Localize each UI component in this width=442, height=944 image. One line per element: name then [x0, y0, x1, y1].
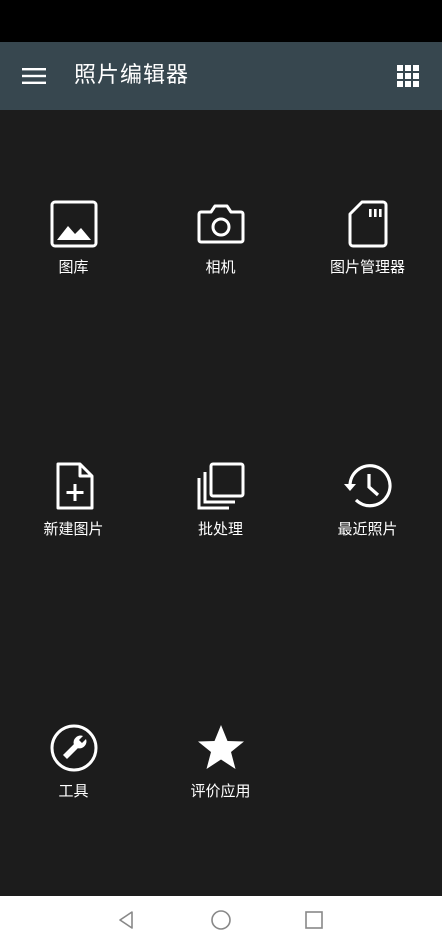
tile-new-image[interactable]: 新建图片	[0, 458, 147, 568]
tile-label: 新建图片	[43, 520, 104, 538]
apps-grid-button[interactable]	[388, 56, 428, 96]
tile-label: 图片管理器	[329, 258, 405, 276]
tile-label: 评价应用	[190, 782, 251, 800]
star-icon	[197, 725, 244, 769]
camera-icon	[197, 204, 244, 244]
back-triangle-icon	[119, 911, 133, 929]
tile-batch[interactable]: 批处理	[147, 458, 294, 568]
app-title: 照片编辑器	[74, 63, 190, 88]
wrench-icon	[50, 724, 97, 772]
tile-image-manager[interactable]: 图片管理器	[294, 196, 441, 306]
tile-label: 批处理	[197, 520, 243, 538]
nav-recents-button[interactable]	[298, 904, 330, 936]
batch-copy-icon	[197, 462, 244, 510]
app-bar: 照片编辑器	[0, 42, 442, 110]
tile-gallery[interactable]: 图库	[0, 196, 147, 306]
tile-label: 相机	[205, 258, 236, 276]
system-nav-bar	[0, 896, 442, 944]
tile-rate-app[interactable]: 评价应用	[147, 720, 294, 830]
new-file-icon	[56, 462, 93, 510]
image-icon	[50, 200, 97, 248]
main-grid: 图库 相机 图片管理器 新建图片 批处理 最近照片 工具 评价应用	[0, 110, 442, 896]
recents-square-icon	[305, 911, 323, 929]
tile-label: 最近照片	[337, 520, 398, 538]
tile-tools[interactable]: 工具	[0, 720, 147, 830]
tile-recent-photos[interactable]: 最近照片	[294, 458, 441, 568]
nav-back-button[interactable]	[110, 904, 142, 936]
nav-home-button[interactable]	[205, 904, 237, 936]
menu-button[interactable]	[14, 56, 54, 96]
hamburger-menu-icon	[22, 68, 46, 84]
tile-label: 工具	[58, 782, 89, 800]
status-bar	[0, 0, 442, 42]
tile-camera[interactable]: 相机	[147, 196, 294, 306]
home-circle-icon	[211, 910, 231, 930]
grid-apps-icon	[397, 65, 419, 87]
sd-card-icon	[348, 200, 387, 248]
history-icon	[343, 464, 392, 508]
tile-label: 图库	[58, 258, 89, 276]
